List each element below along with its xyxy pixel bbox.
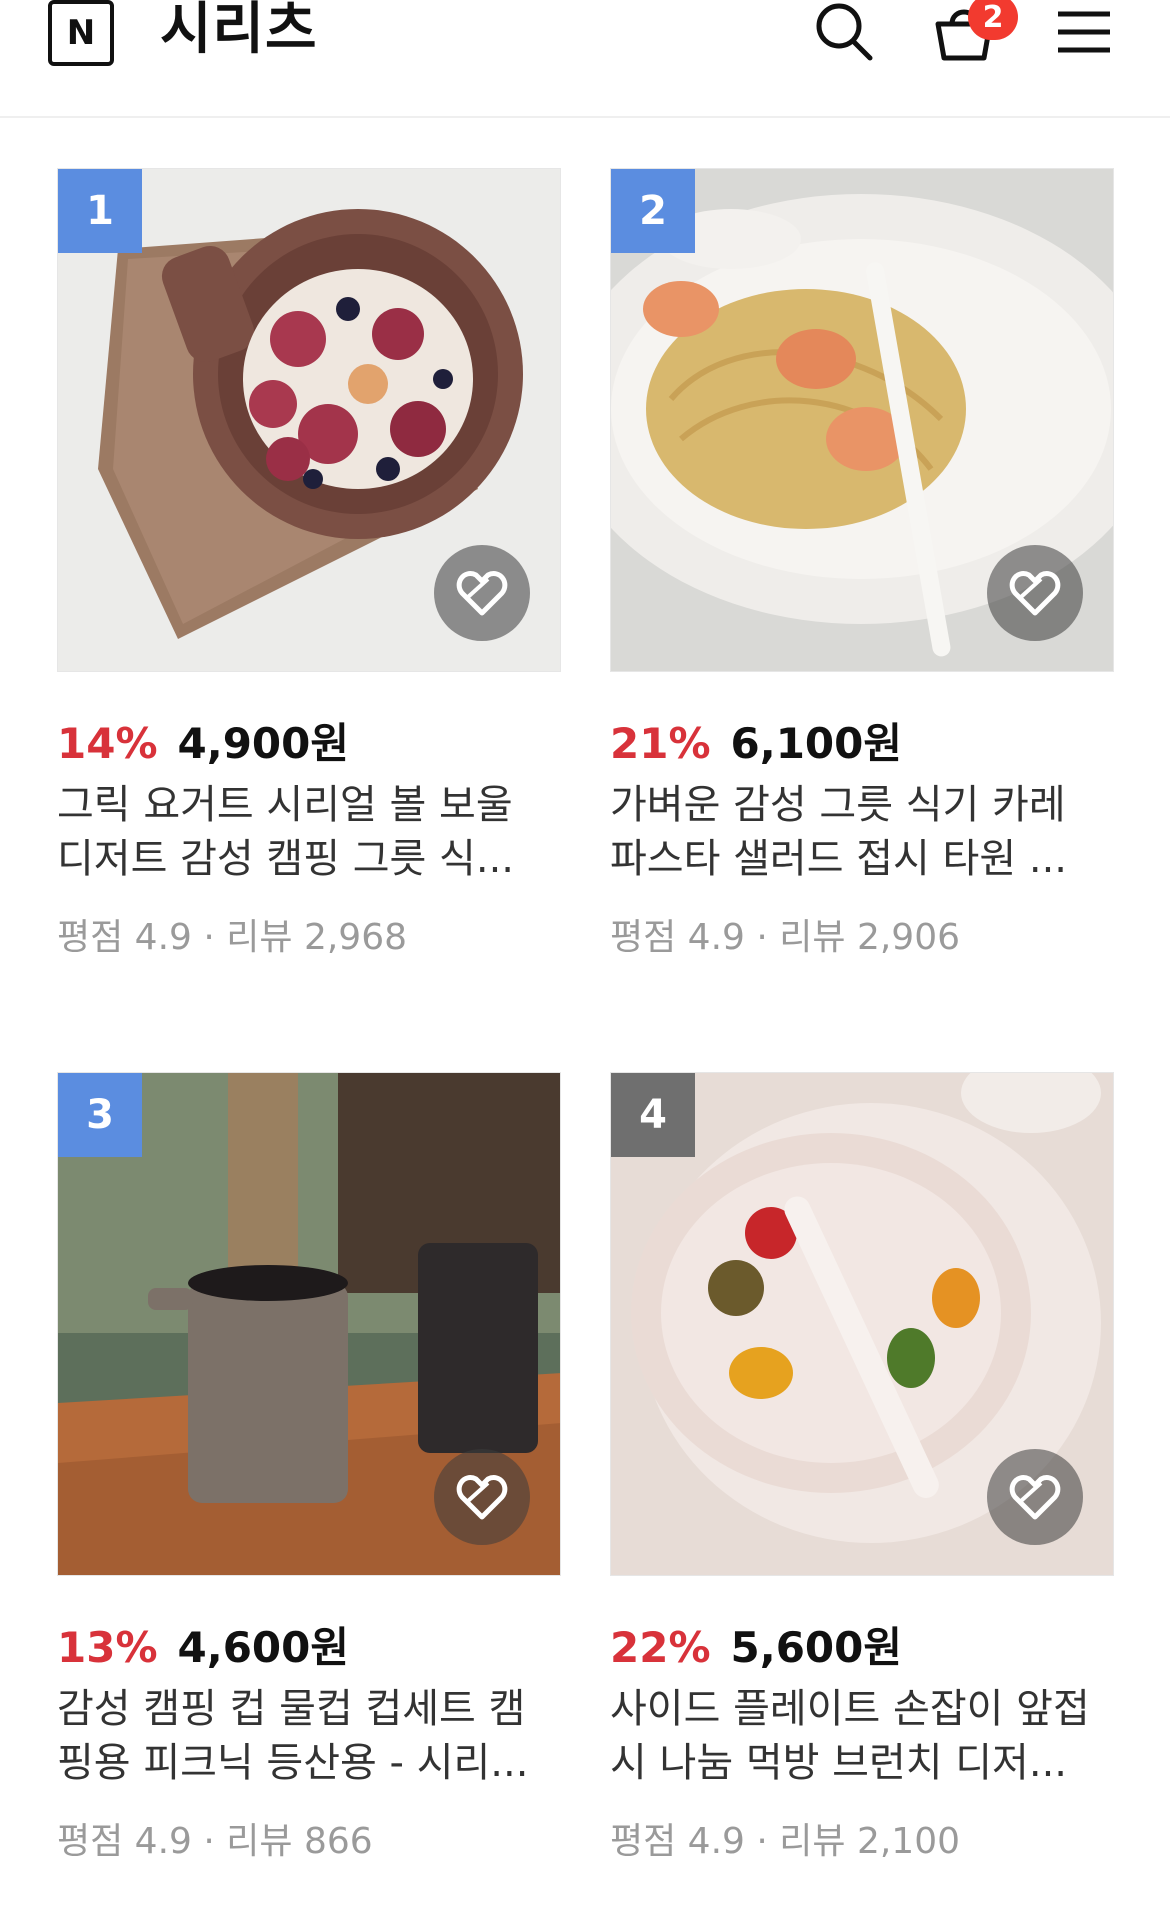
discount-rate: 14% bbox=[57, 719, 158, 768]
page-title: 시리츠 bbox=[160, 0, 318, 62]
rating-review: 평점 4.9 · 리뷰 866 bbox=[57, 1821, 373, 1862]
product-image[interactable]: 2 bbox=[610, 168, 1114, 672]
price-row: 22% 5,600원 bbox=[610, 1614, 1114, 1672]
menu-icon[interactable] bbox=[1052, 0, 1116, 64]
rank-badge: 4 bbox=[611, 1073, 695, 1157]
logo-letter: N bbox=[66, 13, 96, 53]
product-image[interactable]: 3 bbox=[57, 1072, 561, 1576]
rating-review: 평점 4.9 · 리뷰 2,100 bbox=[610, 1821, 961, 1862]
product-name[interactable]: 감성 캠핑 컵 물컵 컵세트 캠핑용 피크닉 등산용 - 시리... bbox=[57, 1682, 557, 1790]
product-name[interactable]: 사이드 플레이트 손잡이 앞접시 나눔 먹방 브런치 디저... bbox=[610, 1682, 1110, 1790]
search-icon[interactable] bbox=[812, 0, 876, 64]
discount-rate: 13% bbox=[57, 1623, 158, 1672]
product-grid: 1 14% 4,900원 그릭 요거트 시리얼 볼 보울 디저트 감성 캠핑 그… bbox=[57, 168, 1114, 1862]
rank-badge: 3 bbox=[58, 1073, 142, 1157]
rating-review: 평점 4.9 · 리뷰 2,906 bbox=[610, 917, 961, 958]
wishlist-heart-icon[interactable] bbox=[434, 1449, 530, 1545]
discount-rate: 22% bbox=[610, 1623, 711, 1672]
wishlist-heart-icon[interactable] bbox=[987, 545, 1083, 641]
brand-logo[interactable]: N bbox=[48, 0, 114, 66]
product-card[interactable]: 3 13% 4,600원 감성 캠핑 컵 물컵 컵세트 캠핑용 피크닉 등산용 … bbox=[57, 1072, 561, 1862]
wishlist-heart-icon[interactable] bbox=[987, 1449, 1083, 1545]
sale-price: 6,100원 bbox=[730, 719, 903, 768]
product-name[interactable]: 가벼운 감성 그릇 식기 카레 파스타 샐러드 접시 타원 ... bbox=[610, 778, 1110, 886]
product-card[interactable]: 2 21% 6,100원 가벼운 감성 그릇 식기 카레 파스타 샐러드 접시 … bbox=[610, 168, 1114, 1072]
discount-rate: 21% bbox=[610, 719, 711, 768]
product-name[interactable]: 그릭 요거트 시리얼 볼 보울 디저트 감성 캠핑 그릇 식... bbox=[57, 778, 557, 886]
sale-price: 4,600원 bbox=[177, 1623, 350, 1672]
rank-badge: 2 bbox=[611, 169, 695, 253]
price-row: 13% 4,600원 bbox=[57, 1614, 561, 1672]
product-card[interactable]: 1 14% 4,900원 그릭 요거트 시리얼 볼 보울 디저트 감성 캠핑 그… bbox=[57, 168, 561, 1072]
rating-review: 평점 4.9 · 리뷰 2,968 bbox=[57, 917, 408, 958]
sale-price: 5,600원 bbox=[730, 1623, 903, 1672]
product-card[interactable]: 4 22% 5,600원 사이드 플레이트 손잡이 앞접시 나눔 먹방 브런치 … bbox=[610, 1072, 1114, 1862]
wishlist-heart-icon[interactable] bbox=[434, 545, 530, 641]
product-image[interactable]: 4 bbox=[610, 1072, 1114, 1576]
price-row: 14% 4,900원 bbox=[57, 710, 561, 768]
cart-count-badge: 2 bbox=[968, 0, 1018, 40]
price-row: 21% 6,100원 bbox=[610, 710, 1114, 768]
product-image[interactable]: 1 bbox=[57, 168, 561, 672]
sale-price: 4,900원 bbox=[177, 719, 350, 768]
rank-badge: 1 bbox=[58, 169, 142, 253]
app-header: N 시리츠 2 bbox=[0, 0, 1170, 118]
